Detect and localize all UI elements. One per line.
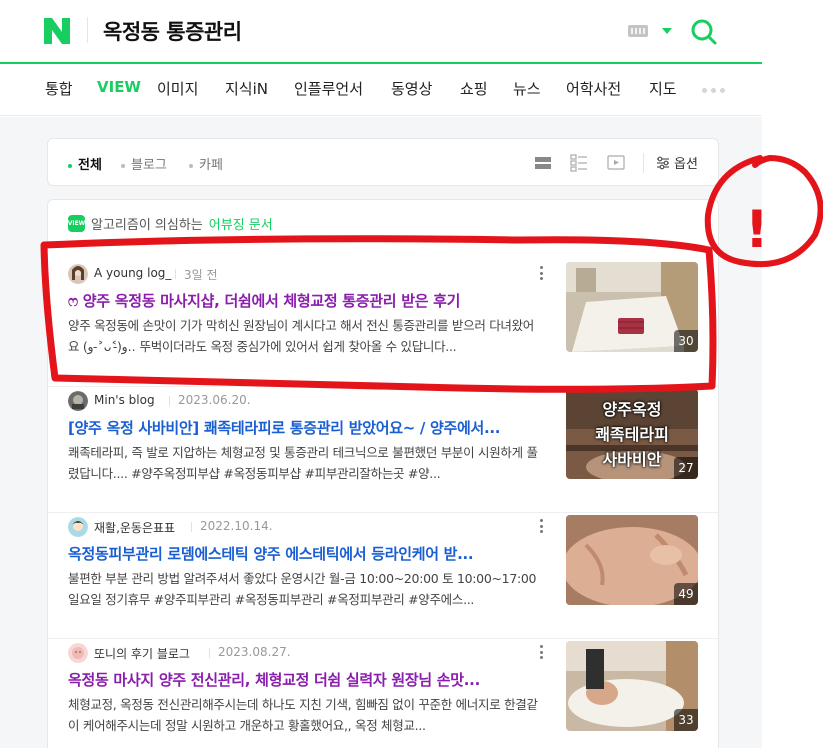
post-date: 2022.10.14. <box>191 519 273 533</box>
result-item: Min's blog 2023.06.20. [양주 옥정 사바비안] 쾌족테라… <box>48 386 718 512</box>
keyboard-icon[interactable] <box>628 25 648 37</box>
results-card: VIEW 알고리즘이 의심하는 어뷰징 문서 A young log_ 3일 전… <box>47 199 719 748</box>
result-description[interactable]: 쾌족테라피, 즉 발로 지압하는 체형교정 및 통증관리 테크닉으로 불편했던 … <box>68 442 542 484</box>
abuse-notice: VIEW 알고리즘이 의심하는 어뷰징 문서 <box>68 214 273 233</box>
post-date: 3일 전 <box>175 266 218 283</box>
options-label: 옵션 <box>674 157 698 172</box>
search-icon[interactable] <box>690 18 718 46</box>
more-options-icon[interactable] <box>539 519 543 533</box>
image-count: 49 <box>674 583 698 605</box>
result-title[interactable]: 옥정동 마사지 양주 전신관리, 체형교정 더쉼 실력자 원장님 손맛... <box>68 669 548 690</box>
post-date: 2023.06.20. <box>169 393 251 407</box>
filter-bar: 전체 블로그 카페 옵션 <box>47 138 719 186</box>
result-thumbnail[interactable]: 30 <box>566 262 698 352</box>
post-date: 2023.08.27. <box>209 645 291 659</box>
more-tabs-icon[interactable] <box>702 88 725 93</box>
video-view-icon[interactable] <box>607 154 625 172</box>
avatar[interactable] <box>68 264 88 284</box>
chevron-down-icon[interactable] <box>662 28 672 34</box>
tab-view[interactable]: VIEW <box>97 78 141 96</box>
result-thumbnail[interactable]: 33 <box>566 641 698 731</box>
filter-cafe[interactable]: 카페 <box>189 154 223 173</box>
filter-all[interactable]: 전체 <box>68 154 102 173</box>
notice-text: 알고리즘이 의심하는 <box>91 218 203 233</box>
image-count: 33 <box>674 709 698 731</box>
result-description[interactable]: 체형교정, 옥정동 전신관리해주시는데 하나도 지친 기색, 힘빠짐 없이 꾸준… <box>68 694 542 736</box>
header-divider <box>87 17 88 43</box>
tab-map[interactable]: 지도 <box>649 78 677 99</box>
view-badge-icon: VIEW <box>68 215 85 232</box>
search-query[interactable]: 옥정동 통증관리 <box>103 16 242 46</box>
avatar[interactable] <box>68 517 88 537</box>
sliders-icon <box>657 156 669 169</box>
filter-cafe-label: 카페 <box>199 158 223 173</box>
tab-shopping[interactable]: 쇼핑 <box>460 78 488 99</box>
tab-images[interactable]: 이미지 <box>157 78 198 99</box>
naver-logo[interactable] <box>44 18 70 44</box>
filter-all-label: 전체 <box>78 158 102 173</box>
filter-blog[interactable]: 블로그 <box>121 154 167 173</box>
image-count: 30 <box>674 330 698 352</box>
search-tabs: 통합 VIEW 이미지 지식iN 인플루언서 동영상 쇼핑 뉴스 어학사전 지도 <box>0 66 762 116</box>
avatar[interactable] <box>68 643 88 663</box>
tab-influencer[interactable]: 인플루언서 <box>294 78 363 99</box>
thumbnail-caption-line: 쾌족테라피 <box>595 425 669 444</box>
filter-blog-label: 블로그 <box>131 158 167 173</box>
more-options-icon[interactable] <box>539 645 543 659</box>
author-name[interactable]: Min's blog <box>94 393 155 407</box>
tab-dictionary[interactable]: 어학사전 <box>566 78 621 99</box>
search-header: 옥정동 통증관리 <box>0 0 762 64</box>
more-options-icon[interactable] <box>539 266 543 280</box>
result-thumbnail[interactable]: 양주옥정 쾌족테라피 사바비안 27 <box>566 389 698 479</box>
author-name[interactable]: 재활,운동은표표 <box>94 519 175 536</box>
result-description[interactable]: 불편한 부분 관리 방법 알려주셔서 좋았다 운영시간 월-금 10:00~20… <box>68 568 542 610</box>
tab-news[interactable]: 뉴스 <box>513 78 541 99</box>
thumbnail-caption-line: 양주옥정 <box>602 400 662 419</box>
image-count: 27 <box>674 457 698 479</box>
options-divider <box>643 153 644 173</box>
avatar[interactable] <box>68 391 88 411</box>
tab-integrated[interactable]: 통합 <box>45 78 73 99</box>
tab-knowledge[interactable]: 지식iN <box>225 78 268 99</box>
author-name[interactable]: 또니의 후기 블로그 <box>94 645 190 662</box>
options-button[interactable]: 옵션 <box>656 153 698 172</box>
abuse-document-link[interactable]: 어뷰징 문서 <box>209 214 273 233</box>
result-item: A young log_ 3일 전 ෆ 양주 옥정동 마사지샵, 더쉼에서 체형… <box>48 260 718 386</box>
list-view-icon[interactable] <box>534 154 552 172</box>
result-title[interactable]: 옥정동피부관리 로뎀에스테틱 양주 에스테틱에서 등라인케어 받... <box>68 543 548 564</box>
result-title[interactable]: [양주 옥정 사바비안] 쾌족테라피로 통증관리 받았어요~ / 양주에서... <box>68 417 548 438</box>
result-title[interactable]: ෆ 양주 옥정동 마사지샵, 더쉼에서 체형교정 통증관리 받은 후기 <box>68 290 548 311</box>
detail-view-icon[interactable] <box>570 154 588 172</box>
result-description[interactable]: 양주 옥정동에 손맛이 기가 막히신 원장님이 계시다고 해서 전신 통증관리를… <box>68 315 542 357</box>
author-name[interactable]: A young log_ <box>94 266 171 280</box>
result-item: 또니의 후기 블로그 2023.08.27. 옥정동 마사지 양주 전신관리, … <box>48 638 718 748</box>
tab-video[interactable]: 동영상 <box>391 78 432 99</box>
result-item: 재활,운동은표표 2022.10.14. 옥정동피부관리 로뎀에스테틱 양주 에… <box>48 512 718 638</box>
result-thumbnail[interactable]: 49 <box>566 515 698 605</box>
